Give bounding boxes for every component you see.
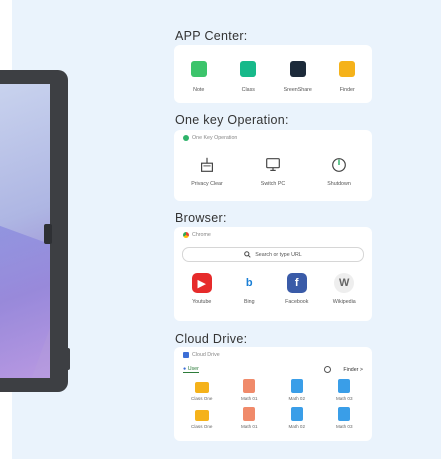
- pdf-file-icon: [243, 379, 256, 393]
- app-note[interactable]: Note: [177, 61, 221, 93]
- app-label: Finder: [339, 87, 355, 93]
- one-key-label: Switch PC: [260, 181, 286, 187]
- one-key-label: Privacy Clear: [191, 181, 223, 187]
- device-side-button: [44, 224, 52, 244]
- site-label: Youtube: [192, 299, 212, 305]
- chrome-icon: [183, 232, 189, 238]
- app-finder[interactable]: Finder: [325, 61, 369, 93]
- file-item[interactable]: Math 02: [273, 407, 321, 429]
- file-label: Class One: [191, 396, 213, 401]
- one-key-header: One Key Operation: [183, 135, 237, 141]
- youtube-icon: ▶: [191, 273, 212, 293]
- sync-icon[interactable]: [324, 366, 332, 373]
- device-port: [62, 348, 70, 370]
- search-placeholder: Search or type URL: [255, 251, 302, 258]
- bing-icon: b: [239, 273, 260, 293]
- file-item[interactable]: Class One: [178, 407, 226, 429]
- site-wikipedia[interactable]: W Wikipedia: [324, 273, 364, 305]
- facebook-icon: f: [286, 273, 307, 293]
- site-bing[interactable]: b Bing: [229, 273, 269, 305]
- doc-file-icon: [338, 379, 351, 393]
- file-label: Math 02: [288, 424, 306, 429]
- power-icon: [330, 156, 348, 174]
- browser-header: Chrome: [183, 232, 211, 238]
- site-glyph: b: [245, 277, 253, 289]
- site-youtube[interactable]: ▶ Youtube: [182, 273, 222, 305]
- app-center-title: APP Center:: [175, 29, 248, 43]
- file-label: Math 01: [240, 396, 258, 401]
- file-item[interactable]: Math 02: [273, 379, 321, 401]
- app-class[interactable]: Class: [226, 61, 270, 93]
- url-search-bar[interactable]: Search or type URL: [182, 247, 364, 262]
- monitor-icon: [264, 156, 282, 174]
- site-glyph: W: [339, 277, 350, 289]
- site-label: Wikipedia: [332, 299, 356, 305]
- folder-icon: [339, 61, 356, 77]
- one-key-title: One key Operation:: [175, 113, 289, 127]
- site-label: Facebook: [285, 299, 309, 305]
- note-icon: [190, 61, 207, 77]
- doc-file-icon: [338, 407, 351, 421]
- site-label: Bing: [243, 299, 255, 305]
- app-center-card: Note Class SreenShare Finder: [174, 45, 372, 103]
- cloud-toolbar: ● User Finder >: [183, 366, 363, 373]
- file-label: Math 03: [335, 396, 353, 401]
- browser-header-label: Chrome: [192, 232, 211, 238]
- site-facebook[interactable]: f Facebook: [277, 273, 317, 305]
- cloud-drive-card: Cloud Drive ● User Finder > Class One Mat…: [174, 347, 372, 441]
- file-item[interactable]: Math 01: [226, 407, 274, 429]
- search-icon: [244, 251, 251, 258]
- cloud-drive-title: Cloud Drive:: [175, 332, 248, 346]
- file-label: Math 02: [288, 396, 306, 401]
- file-item[interactable]: Math 01: [226, 379, 274, 401]
- browser-card: Chrome Search or type URL ▶ Youtube b Bing f…: [174, 227, 372, 321]
- browser-title: Browser:: [175, 211, 227, 225]
- cloud-header: Cloud Drive: [183, 352, 220, 358]
- pdf-file-icon: [243, 407, 256, 421]
- interactive-display-device: [0, 70, 68, 392]
- site-glyph: ▶: [197, 277, 206, 290]
- one-key-switch-pc[interactable]: Switch PC: [248, 156, 298, 187]
- user-icon: ●: [183, 366, 187, 372]
- app-label: SreenShare: [283, 87, 312, 93]
- one-key-privacy-clear[interactable]: Privacy Clear: [182, 156, 232, 187]
- file-item[interactable]: Math 03: [321, 407, 369, 429]
- one-key-shutdown[interactable]: Shutdown: [314, 156, 364, 187]
- file-label: Class One: [191, 424, 213, 429]
- device-screen: [0, 84, 50, 378]
- screenshare-icon: [289, 61, 306, 77]
- file-item[interactable]: Class One: [178, 379, 226, 401]
- class-icon: [240, 61, 257, 77]
- folder-file-icon: [194, 382, 209, 393]
- one-key-header-label: One Key Operation: [192, 135, 238, 141]
- user-tab[interactable]: ● User: [183, 366, 199, 373]
- doc-file-icon: [290, 407, 303, 421]
- wikipedia-icon: W: [334, 273, 355, 293]
- one-key-label: Shutdown: [327, 181, 351, 187]
- cloud-drive-icon: [183, 352, 189, 358]
- user-tab-label: User: [187, 366, 199, 372]
- app-sreenshare[interactable]: SreenShare: [276, 61, 320, 93]
- file-label: Math 01: [240, 424, 258, 429]
- finder-link[interactable]: Finder >: [343, 367, 363, 373]
- shield-icon: [183, 135, 189, 141]
- one-key-card: One Key Operation Privacy Clear Switch PC…: [174, 130, 372, 201]
- file-label: Math 03: [335, 424, 353, 429]
- site-glyph: f: [294, 277, 299, 289]
- file-item[interactable]: Math 03: [321, 379, 369, 401]
- broom-icon: [198, 156, 216, 174]
- app-label: Class: [241, 87, 255, 93]
- cloud-header-label: Cloud Drive: [192, 352, 220, 358]
- folder-file-icon: [194, 410, 209, 421]
- doc-file-icon: [290, 379, 303, 393]
- app-label: Note: [193, 87, 205, 93]
